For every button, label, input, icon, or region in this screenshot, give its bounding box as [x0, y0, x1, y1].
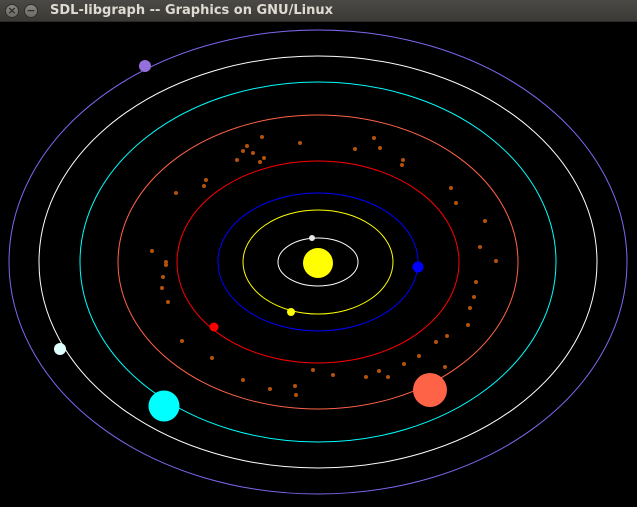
asteroid	[377, 369, 381, 373]
window-title: SDL-libgraph -- Graphics on GNU/Linux	[50, 3, 333, 18]
asteroid	[260, 135, 264, 139]
asteroid	[262, 156, 266, 160]
asteroid	[251, 151, 255, 155]
asteroid	[258, 160, 262, 164]
planet-earth	[412, 261, 424, 273]
asteroid	[483, 219, 487, 223]
asteroid	[174, 191, 178, 195]
minimize-icon: −	[26, 3, 36, 17]
asteroid	[443, 365, 447, 369]
asteroid	[401, 158, 405, 162]
asteroid	[204, 178, 208, 182]
asteroid	[268, 387, 272, 391]
asteroid	[445, 334, 449, 338]
asteroid	[378, 146, 382, 150]
asteroid	[241, 378, 245, 382]
asteroid	[160, 286, 164, 290]
asteroid	[293, 384, 297, 388]
asteroid	[400, 163, 404, 167]
asteroid	[494, 259, 498, 263]
asteroid	[294, 393, 298, 397]
planet-saturn	[148, 390, 180, 422]
asteroid	[202, 184, 206, 188]
minimize-window-button[interactable]: −	[24, 3, 38, 18]
asteroid	[161, 275, 165, 279]
asteroid	[474, 280, 478, 284]
asteroid	[372, 136, 376, 140]
asteroid	[235, 158, 239, 162]
asteroid	[331, 373, 335, 377]
asteroid	[311, 368, 315, 372]
asteroid	[417, 354, 421, 358]
asteroid	[364, 375, 368, 379]
asteroid	[434, 340, 438, 344]
asteroid	[166, 300, 170, 304]
planet-jupiter	[413, 373, 447, 407]
close-icon: ×	[7, 3, 17, 17]
graphics-canvas	[0, 22, 637, 507]
window-titlebar: × − SDL-libgraph -- Graphics on GNU/Linu…	[0, 0, 637, 22]
asteroid	[472, 295, 476, 299]
asteroid	[210, 356, 214, 360]
asteroid	[241, 149, 245, 153]
planet-uranus	[54, 343, 66, 355]
asteroid	[150, 249, 154, 253]
asteroid	[164, 260, 168, 264]
planet-neptune	[139, 60, 151, 72]
asteroid	[180, 339, 184, 343]
asteroid	[353, 147, 357, 151]
asteroid	[449, 186, 453, 190]
asteroid	[468, 306, 472, 310]
asteroid	[298, 141, 302, 145]
asteroid	[478, 245, 482, 249]
planet-mars	[209, 322, 219, 332]
close-window-button[interactable]: ×	[5, 3, 19, 18]
asteroid	[386, 375, 390, 379]
planet-mercury	[309, 235, 315, 241]
asteroid	[466, 323, 470, 327]
planet-venus	[287, 308, 295, 316]
asteroid	[454, 201, 458, 205]
sun	[303, 248, 333, 278]
asteroid	[402, 362, 406, 366]
asteroid	[245, 144, 249, 148]
